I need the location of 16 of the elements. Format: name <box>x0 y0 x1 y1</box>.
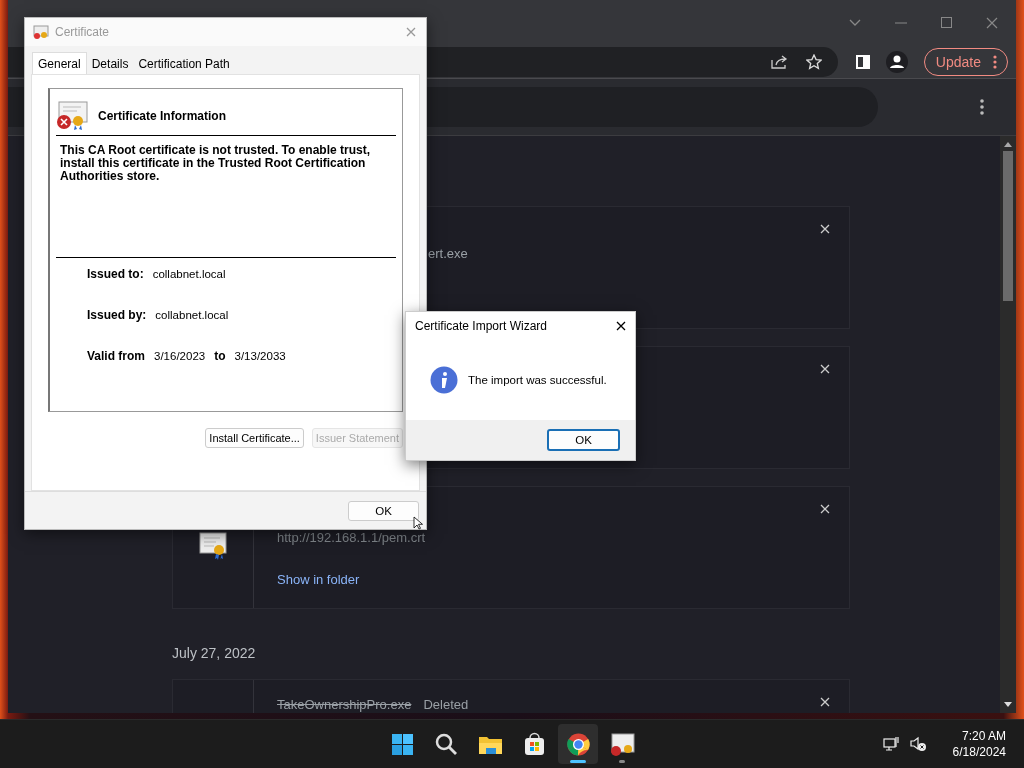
field-value: collabnet.local <box>155 309 229 321</box>
field-value: 3/16/2023 <box>154 350 206 362</box>
field-label: Valid from <box>87 349 145 363</box>
download-status: Deleted <box>423 697 469 712</box>
info-heading: Certificate Information <box>98 109 226 123</box>
field-value: 3/13/2033 <box>234 350 286 362</box>
download-url: http://192.168.1.1/pem.crt <box>277 530 426 545</box>
trust-message: This CA Root certificate is not trusted. To enable trust, install this certificate in the Trusted Root Certification Authorities store. <box>56 136 396 258</box>
field-label: Issued to: <box>87 267 144 281</box>
field-label: Issued by: <box>87 308 147 322</box>
field-value: collabnet.local <box>152 268 226 280</box>
field-label: to <box>214 349 226 363</box>
dialog-message: The import was successful. <box>468 374 607 386</box>
dialog-title: Certificate Import Wizard <box>415 319 549 333</box>
date-heading: July 27, 2022 <box>172 645 257 661</box>
dialog-title: Certificate <box>55 25 111 39</box>
